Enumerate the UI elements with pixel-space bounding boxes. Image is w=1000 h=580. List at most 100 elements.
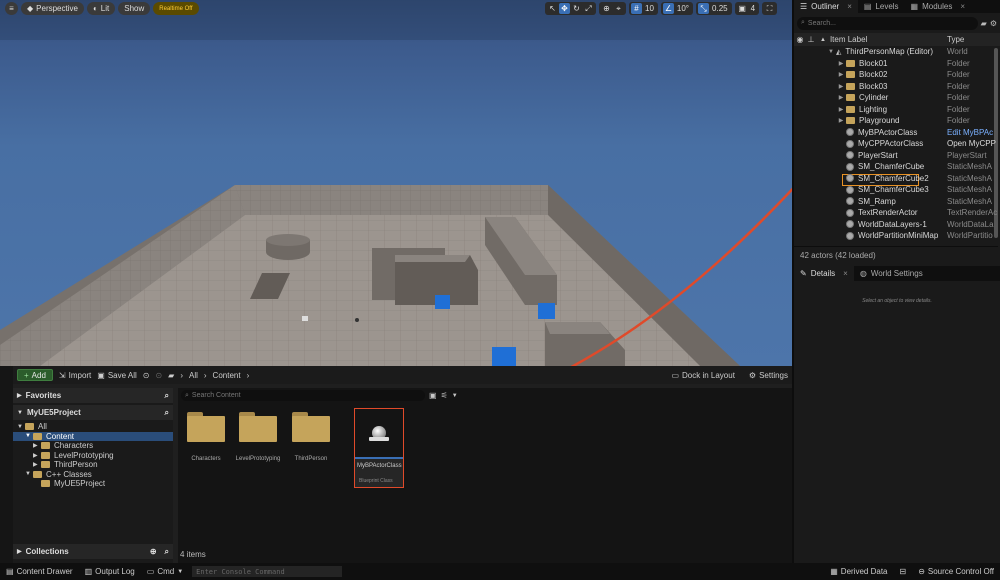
outliner-row[interactable]: MyBPActorClass Edit MyBPAc	[794, 127, 1000, 139]
folder-tile-characters[interactable]: Characters	[183, 408, 229, 462]
surface-snap-icon[interactable]: ⌖	[613, 3, 624, 14]
grid-snap-value[interactable]: 10	[643, 4, 656, 13]
search-icon[interactable]: ⌕	[165, 547, 169, 557]
outliner-row[interactable]: ▶ Cylinder Folder	[794, 92, 1000, 104]
collections-header[interactable]: ▶ Collections ⊕ ⌕	[13, 544, 173, 559]
history-back-icon[interactable]: ⊙	[143, 371, 150, 380]
folder-tree-item[interactable]: ▼ All	[13, 422, 173, 432]
expand-arrow-icon[interactable]: ▶	[836, 117, 846, 124]
folder-tile-levelprototyping[interactable]: LevelPrototyping	[235, 408, 281, 462]
import-button[interactable]: ⇲ Import	[59, 371, 91, 380]
add-collection-icon[interactable]: ⊕	[150, 547, 157, 556]
camera-icon[interactable]: ▣	[737, 3, 748, 14]
close-icon[interactable]: ×	[843, 269, 848, 278]
outliner-row[interactable]: SM_Ramp StaticMeshA	[794, 196, 1000, 208]
grid-snap-icon[interactable]: #	[631, 3, 642, 14]
col-item-label[interactable]: Item Label	[830, 35, 867, 44]
expand-arrow-icon[interactable]: ▶	[836, 106, 846, 113]
rotate-tool-icon[interactable]: ↻	[571, 3, 582, 14]
visibility-column-icon[interactable]: ◉	[794, 35, 806, 44]
lit-button[interactable]: ◐ Lit	[86, 2, 116, 15]
outliner-row[interactable]: SM_ChamferCube3 StaticMeshA	[794, 184, 1000, 196]
outliner-search-input[interactable]: ⌕ Search...	[797, 16, 978, 30]
tab-details[interactable]: ✎ Details ×	[794, 266, 854, 281]
folder-tree-item[interactable]: ▶ Characters	[13, 441, 173, 451]
select-tool-icon[interactable]: ↖	[547, 3, 558, 14]
outliner-row[interactable]: WorldPartitionMiniMap WorldPartitio	[794, 230, 1000, 242]
search-icon[interactable]: ⌕	[165, 391, 169, 401]
tab-world-settings[interactable]: ◍ World Settings	[854, 266, 929, 281]
blueprint-asset-tile[interactable]: MyBPActorClass Blueprint Class	[354, 408, 404, 488]
outliner-row[interactable]: TextRenderActor TextRenderAct	[794, 207, 1000, 219]
outliner-row[interactable]: ▶ Playground Folder	[794, 115, 1000, 127]
folder-tree-item[interactable]: MyUE5Project	[13, 479, 173, 489]
outliner-row[interactable]: ▶ Block03 Folder	[794, 81, 1000, 93]
cmd-dropdown[interactable]: ▭ Cmd ▼	[141, 567, 189, 576]
tree-arrow-icon[interactable]: ▶	[33, 461, 41, 468]
search-icon[interactable]: ⌕	[165, 408, 169, 418]
asset-search-input[interactable]: ⌕ Search Content	[181, 390, 425, 401]
expand-arrow-icon[interactable]: ▶	[836, 83, 846, 90]
map-row[interactable]: ▼ ◭ ThirdPersonMap (Editor) World	[794, 46, 1000, 58]
outliner-row-type[interactable]: Open MyCPP	[947, 139, 997, 148]
tab-levels[interactable]: ▤ Levels	[858, 0, 905, 13]
scale-snap-icon[interactable]: ⤡	[698, 3, 710, 14]
scale-tool-icon[interactable]: ⤢	[583, 3, 594, 14]
folder-tree-item[interactable]: ▼ C++ Classes	[13, 470, 173, 480]
close-icon[interactable]: ×	[960, 2, 965, 11]
outliner-row[interactable]: SM_ChamferCube2 StaticMeshA	[794, 173, 1000, 185]
save-all-button[interactable]: ▣ Save All	[97, 371, 136, 380]
tree-arrow-icon[interactable]: ▶	[33, 442, 41, 449]
tab-modules[interactable]: ▦ Modules ×	[905, 0, 971, 13]
derived-data-button[interactable]: ▦ Derived Data	[824, 567, 893, 576]
project-header[interactable]: ▼ MyUE5Project ⌕	[13, 405, 173, 420]
maximize-icon[interactable]: ⛶	[764, 3, 775, 14]
tab-outliner[interactable]: ☰ Outliner ×	[794, 0, 858, 13]
favorites-header[interactable]: ▶ Favorites ⌕	[13, 388, 173, 403]
add-folder-icon[interactable]: ▰	[981, 19, 987, 28]
viewport-menu-button[interactable]: ≡	[5, 2, 18, 15]
expand-arrow-icon[interactable]: ▶	[836, 60, 846, 67]
outliner-row[interactable]: WorldDataLayers-1 WorldDataLa	[794, 219, 1000, 231]
world-space-icon[interactable]: ⊕	[601, 3, 612, 14]
outliner-row[interactable]: PlayerStart PlayerStart	[794, 150, 1000, 162]
notifications-button[interactable]: ⊟	[893, 567, 912, 576]
breadcrumb-content[interactable]: Content	[213, 371, 241, 380]
settings-button[interactable]: ⚙ Settings	[749, 371, 788, 380]
tree-arrow-icon[interactable]: ▼	[17, 424, 25, 430]
dock-in-layout-button[interactable]: ▭ Dock in Layout	[671, 371, 734, 380]
console-input[interactable]: Enter Console Command	[192, 566, 343, 577]
tree-arrow-icon[interactable]: ▼	[25, 433, 33, 439]
save-search-icon[interactable]: ▣	[429, 391, 437, 400]
outliner-row-type[interactable]: Edit MyBPAc	[947, 128, 997, 137]
settings-icon[interactable]: ⚙	[990, 19, 997, 28]
folder-tree-item[interactable]: ▶ LevelPrototyping	[13, 451, 173, 461]
history-forward-icon[interactable]: ⊙	[155, 371, 162, 380]
breadcrumb-all[interactable]: All	[189, 371, 198, 380]
chevron-down-icon[interactable]: ▼	[452, 393, 458, 399]
col-type[interactable]: Type	[947, 35, 964, 44]
tree-arrow-icon[interactable]: ▼	[25, 471, 33, 477]
expand-arrow-icon[interactable]: ▶	[836, 71, 846, 78]
content-drawer-button[interactable]: ▤ Content Drawer	[0, 567, 79, 576]
level-viewport[interactable]: ≡ ◆ Perspective ◐ Lit Show Realtime Off ↖ …	[0, 0, 792, 366]
rotation-snap-icon[interactable]: ∠	[662, 3, 674, 14]
expand-arrow-icon[interactable]: ▶	[836, 94, 846, 101]
folder-tile-thirdperson[interactable]: ThirdPerson	[288, 408, 334, 462]
folder-tree-item[interactable]: ▼ Content	[13, 431, 173, 441]
show-button[interactable]: Show	[118, 2, 151, 15]
rotation-snap-value[interactable]: 10°	[675, 4, 691, 13]
scale-snap-value[interactable]: 0.25	[710, 4, 730, 13]
move-tool-icon[interactable]: ✥	[559, 3, 570, 14]
realtime-off-badge[interactable]: Realtime Off	[153, 2, 199, 15]
outliner-row[interactable]: SM_ChamferCube StaticMeshA	[794, 161, 1000, 173]
close-icon[interactable]: ×	[847, 2, 852, 11]
filter-icon[interactable]: ⚟	[441, 391, 448, 400]
outliner-row[interactable]: ▶ Block02 Folder	[794, 69, 1000, 81]
tree-arrow-icon[interactable]: ▶	[33, 452, 41, 459]
outliner-row[interactable]: MyCPPActorClass Open MyCPP	[794, 138, 1000, 150]
source-control-button[interactable]: ⊖ Source Control Off	[912, 567, 1000, 576]
pin-column-icon[interactable]: ⊥	[806, 35, 816, 44]
add-button[interactable]: + Add	[17, 369, 53, 381]
folder-tree-item[interactable]: ▶ ThirdPerson	[13, 460, 173, 470]
